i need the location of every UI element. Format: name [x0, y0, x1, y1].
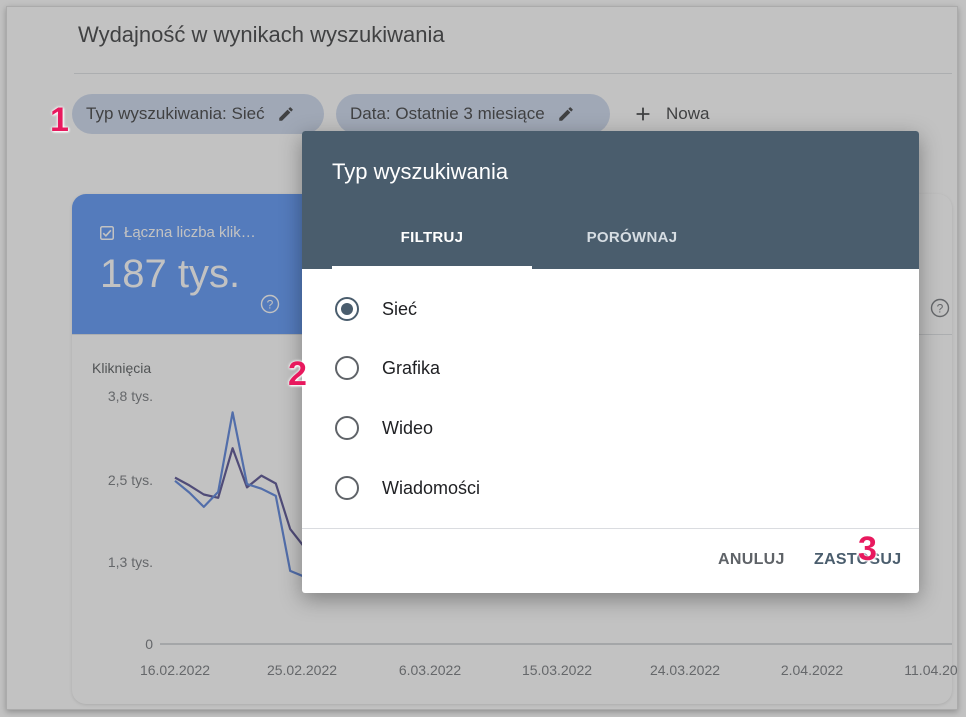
dialog-footer-divider — [302, 528, 919, 529]
step-marker-3: 3 — [858, 530, 877, 568]
step-marker-1: 1 — [50, 101, 69, 139]
radio-option-image[interactable]: Grafika — [334, 353, 440, 383]
search-type-dialog: Typ wyszukiwania FILTRUJ PORÓWNAJ Sieć G… — [302, 131, 919, 593]
tab-compare[interactable]: PORÓWNAJ — [532, 229, 732, 246]
option-label: Wiadomości — [382, 477, 481, 498]
option-label: Wideo — [382, 417, 434, 438]
option-label: Grafika — [382, 357, 441, 378]
tab-filter[interactable]: FILTRUJ — [332, 229, 532, 246]
option-label: Sieć — [382, 298, 418, 319]
radio-unselected-icon — [335, 416, 359, 440]
radio-selected-icon — [335, 297, 359, 321]
active-tab-indicator — [332, 266, 532, 269]
step-marker-2: 2 — [288, 355, 307, 393]
radio-option-video[interactable]: Wideo — [334, 413, 433, 443]
radio-unselected-icon — [335, 356, 359, 380]
dialog-header: Typ wyszukiwania FILTRUJ PORÓWNAJ — [302, 131, 919, 269]
radio-option-web[interactable]: Sieć — [334, 294, 417, 324]
cancel-button[interactable]: ANULUJ — [718, 551, 785, 569]
radio-option-news[interactable]: Wiadomości — [334, 473, 480, 503]
dialog-title: Typ wyszukiwania — [332, 159, 509, 184]
radio-unselected-icon — [335, 476, 359, 500]
